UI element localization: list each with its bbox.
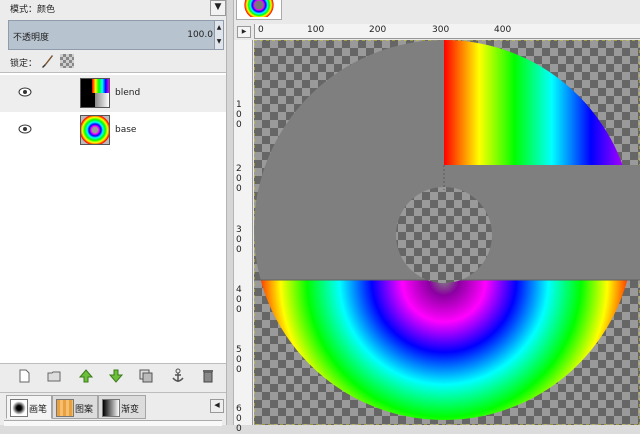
ruler-label: 0 [258, 25, 264, 35]
delete-layer-icon[interactable] [200, 368, 216, 384]
image-canvas[interactable] [253, 39, 640, 426]
pattern-preview-icon [56, 399, 74, 417]
pane-divider[interactable] [227, 0, 234, 425]
lower-layer-icon[interactable] [108, 368, 124, 384]
raise-layer-icon[interactable] [78, 368, 94, 384]
mode-dropdown-button[interactable]: ▼ [210, 0, 226, 16]
layer-row-blend[interactable]: blend [0, 75, 226, 112]
ruler-label: 200 [236, 164, 242, 194]
ruler-label: 100 [236, 100, 242, 130]
opacity-value: 100.0 [187, 30, 213, 40]
dock-bottom-strip [4, 420, 222, 426]
ruler-label: 200 [369, 25, 387, 35]
lock-label: 锁定： [10, 59, 38, 69]
mode-row: 模式：颜色 ▼ [0, 0, 226, 18]
tab-label: 渐变 [121, 405, 140, 415]
lock-alpha-icon[interactable] [60, 54, 74, 68]
ruler-label: 400 [494, 25, 512, 35]
new-layer-group-icon[interactable] [46, 368, 62, 384]
tab-patterns[interactable]: 图案 [52, 395, 98, 419]
ruler-label: 600 [236, 404, 242, 434]
tab-brushes[interactable]: 画笔 [6, 395, 52, 419]
anchor-layer-icon[interactable] [170, 368, 186, 384]
brush-preview-icon [10, 399, 28, 417]
transparent-hole [396, 187, 492, 283]
image-tab-thumbnail [240, 0, 278, 17]
image-window: ▶ 0 100 200 300 400 100 200 300 400 500 … [234, 0, 640, 434]
new-layer-icon[interactable] [16, 368, 32, 384]
vertical-ruler[interactable]: 100 200 300 400 500 600 [234, 40, 253, 434]
ruler-label: 100 [307, 25, 325, 35]
layers-list: blend base [0, 72, 226, 364]
image-tab[interactable] [236, 0, 282, 20]
opacity-slider[interactable]: 不透明度 100.0 ▲ ▼ [8, 20, 224, 50]
layer-name: blend [115, 88, 141, 98]
eye-icon[interactable] [18, 124, 32, 134]
layers-panel: 模式：颜色 ▼ 不透明度 100.0 ▲ ▼ 锁定： blend base 画笔… [0, 0, 227, 426]
eye-icon[interactable] [18, 87, 32, 97]
gradient-preview-icon [102, 399, 120, 417]
tab-label: 画笔 [29, 405, 48, 415]
dock-menu-button[interactable]: ◀ [210, 399, 224, 413]
dock-tab-bar: 画笔 图案 渐变 ◀ [0, 392, 226, 419]
ruler-label: 500 [236, 345, 242, 375]
ruler-label: 400 [236, 285, 242, 315]
lock-pixels-brush-icon[interactable] [40, 54, 54, 68]
base-thumbnail [80, 115, 110, 145]
tab-gradients[interactable]: 渐变 [98, 395, 146, 419]
horizontal-ruler[interactable]: 0 100 200 300 400 [254, 24, 640, 39]
ruler-label: 300 [432, 25, 450, 35]
mode-label: 模式：颜色 [10, 5, 56, 15]
tab-label: 图案 [75, 405, 94, 415]
canvas-artwork [253, 39, 640, 426]
layer-row-base[interactable]: base [0, 112, 226, 149]
blend-thumbnail [80, 78, 110, 108]
layer-buttons-bar [0, 366, 226, 386]
lock-row: 锁定： [0, 52, 226, 70]
opacity-spin-buttons[interactable]: ▲ ▼ [214, 21, 223, 49]
ruler-label: 300 [236, 225, 242, 255]
quick-mask-toggle[interactable]: ▶ [237, 26, 251, 38]
layer-name: base [115, 125, 137, 135]
duplicate-layer-icon[interactable] [138, 368, 154, 384]
opacity-label: 不透明度 [13, 33, 50, 43]
